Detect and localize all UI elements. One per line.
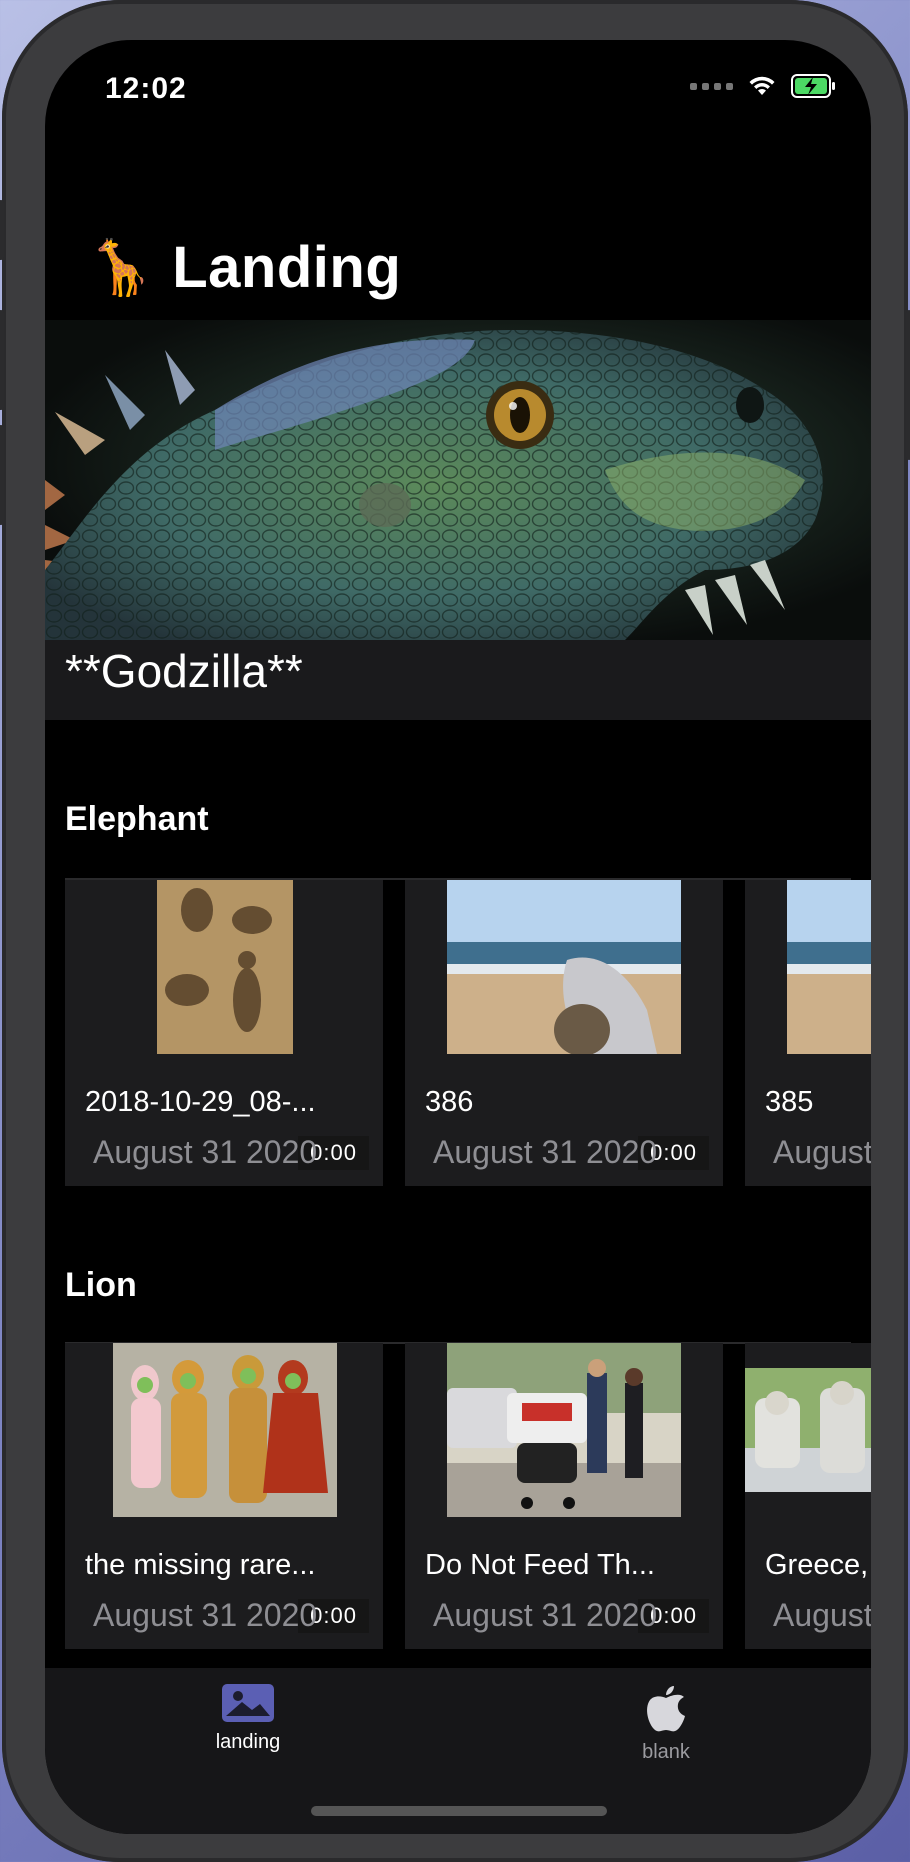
status-icons xyxy=(690,74,837,98)
video-thumbnail xyxy=(787,880,871,1054)
video-thumbnail xyxy=(157,880,293,1054)
card-date: August 31 2020 xyxy=(773,1134,871,1170)
tab-landing[interactable]: landing xyxy=(188,1682,308,1754)
home-indicator[interactable] xyxy=(311,1806,607,1816)
video-card[interactable]: Greece, ... August 31 2020 xyxy=(745,1343,871,1649)
tab-label: blank xyxy=(642,1741,690,1763)
phone-frame: 12:02 🦒 Landing **Godzilla** Elephant 0:… xyxy=(0,0,910,1862)
section-lion: Lion xyxy=(45,1180,871,1344)
video-thumbnail xyxy=(447,880,681,1054)
nav-header: 🦒 Landing xyxy=(87,234,401,301)
battery-charging-icon xyxy=(791,74,837,98)
video-card[interactable]: 0:00 the missing rare... August 31 2020 xyxy=(65,1343,383,1649)
section-title: Lion xyxy=(65,1266,137,1304)
video-thumbnail xyxy=(745,1368,871,1492)
page-title: Landing xyxy=(172,235,402,300)
tab-label: landing xyxy=(215,1731,281,1753)
card-date: August 31 2020 xyxy=(93,1597,318,1633)
signal-icon xyxy=(690,82,733,90)
card-date: August 31 2020 xyxy=(433,1134,658,1170)
card-title: 386 xyxy=(425,1086,474,1118)
video-thumbnail xyxy=(113,1343,337,1517)
power-button xyxy=(906,310,910,460)
volume-down-button xyxy=(0,425,4,525)
app-screen: 12:02 🦒 Landing **Godzilla** Elephant 0:… xyxy=(45,40,871,1834)
volume-up-button xyxy=(0,310,4,410)
card-date: August 31 2020 xyxy=(773,1597,871,1633)
tab-blank[interactable]: blank xyxy=(606,1682,726,1764)
hero-title: **Godzilla** xyxy=(65,645,303,697)
mute-switch xyxy=(0,200,4,260)
card-title: 2018-10-29_08-... xyxy=(85,1086,316,1118)
card-title: 385 xyxy=(765,1086,814,1118)
section-title: Elephant xyxy=(65,800,209,838)
wifi-icon xyxy=(747,75,777,97)
card-title: Do Not Feed Th... xyxy=(425,1549,655,1581)
video-card[interactable]: 385 August 31 2020 xyxy=(745,880,871,1186)
card-date: August 31 2020 xyxy=(433,1597,658,1633)
video-card[interactable]: 0:00 386 August 31 2020 xyxy=(405,880,723,1186)
apple-icon xyxy=(647,1686,685,1732)
notch xyxy=(230,40,690,108)
card-date: August 31 2020 xyxy=(93,1134,318,1170)
giraffe-icon: 🦒 xyxy=(87,237,155,298)
video-card[interactable]: 0:00 2018-10-29_08-... August 31 2020 xyxy=(65,880,383,1186)
card-title: the missing rare... xyxy=(85,1549,316,1581)
card-title: Greece, ... xyxy=(765,1549,871,1581)
video-thumbnail xyxy=(447,1343,681,1517)
status-time: 12:02 xyxy=(105,72,187,105)
hero-image[interactable] xyxy=(45,320,871,640)
video-card[interactable]: 0:00 Do Not Feed Th... August 31 2020 xyxy=(405,1343,723,1649)
photo-icon xyxy=(222,1684,274,1722)
hero-caption[interactable]: **Godzilla** xyxy=(45,640,871,720)
